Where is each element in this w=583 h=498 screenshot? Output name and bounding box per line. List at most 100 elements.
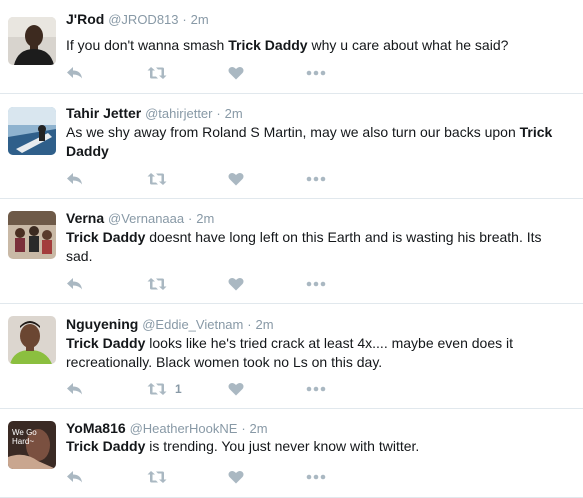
retweet-button[interactable]: 1 [147, 379, 182, 399]
avatar-image [8, 316, 56, 364]
author-handle[interactable]: @Vernanaaa [108, 211, 184, 226]
avatar-image [8, 107, 56, 155]
retweet-button[interactable] [147, 467, 175, 487]
trend-keyword[interactable]: Trick Daddy [228, 37, 307, 53]
timestamp[interactable]: 2m [256, 317, 274, 332]
tweet[interactable]: Verna @Vernanaaa · 2m Trick Daddy doesnt… [0, 199, 583, 304]
more-button[interactable] [306, 274, 326, 294]
avatar-caption-line1: We Go [12, 428, 37, 437]
author-name[interactable]: YoMa816 [66, 420, 126, 436]
tweet[interactable]: Tahir Jetter @tahirjetter · 2m As we shy… [0, 94, 583, 199]
like-button[interactable] [228, 274, 244, 294]
author-name[interactable]: J'Rod [66, 11, 104, 27]
reply-button[interactable] [66, 467, 84, 487]
tweet-text-before: As we shy away from Roland S Martin, may… [66, 124, 520, 140]
reply-icon [67, 471, 82, 483]
retweet-icon [147, 173, 167, 185]
more-button[interactable] [306, 63, 326, 83]
like-icon [228, 277, 244, 291]
like-icon [228, 470, 244, 484]
retweet-icon [147, 278, 167, 290]
tweet-actions [66, 63, 366, 83]
more-icon [306, 176, 326, 182]
timestamp[interactable]: 2m [250, 421, 268, 436]
like-button[interactable] [228, 169, 244, 189]
tweet[interactable]: We Go Hard~ YoMa816 @HeatherHookNE · 2m … [0, 409, 583, 498]
avatar-image [8, 211, 56, 259]
tweet-actions [66, 274, 366, 294]
tweet-header: YoMa816 @HeatherHookNE · 2m [66, 419, 268, 438]
separator-dot: · [216, 106, 221, 121]
like-icon [228, 382, 244, 396]
separator-dot: · [247, 317, 252, 332]
reply-icon [67, 67, 82, 79]
timestamp[interactable]: 2m [191, 12, 209, 27]
more-icon [306, 474, 326, 480]
like-button[interactable] [228, 467, 244, 487]
like-icon [228, 172, 244, 186]
more-button[interactable] [306, 169, 326, 189]
tweet-actions [66, 169, 366, 189]
timestamp[interactable]: 2m [225, 106, 243, 121]
tweet-header: Verna @Vernanaaa · 2m [66, 209, 214, 228]
avatar-image [8, 17, 56, 65]
tweet-text-after: why u care about what he said? [307, 37, 509, 53]
avatar[interactable]: We Go Hard~ [8, 421, 56, 469]
trend-keyword[interactable]: Trick Daddy [66, 229, 145, 245]
avatar-caption-line2: Hard~ [12, 437, 34, 446]
reply-button[interactable] [66, 274, 84, 294]
like-icon [228, 66, 244, 80]
tweet[interactable]: J'Rod @JROD813 · 2m If you don't wanna s… [0, 0, 583, 94]
author-name[interactable]: Verna [66, 210, 104, 226]
author-handle[interactable]: @tahirjetter [145, 106, 212, 121]
retweet-icon [147, 383, 167, 395]
retweet-count: 1 [175, 382, 182, 396]
avatar[interactable] [8, 107, 56, 155]
tweet-text: Trick Daddy doesnt have long left on thi… [66, 228, 566, 266]
tweet[interactable]: Nguyening @Eddie_Vietnam · 2m Trick Dadd… [0, 304, 583, 409]
reply-button[interactable] [66, 63, 84, 83]
trend-keyword[interactable]: Trick Daddy [66, 335, 145, 351]
tweet-feed: J'Rod @JROD813 · 2m If you don't wanna s… [0, 0, 583, 498]
tweet-header: Nguyening @Eddie_Vietnam · 2m [66, 315, 274, 334]
retweet-icon [147, 471, 167, 483]
tweet-text-after: is trending. You just never know with tw… [145, 438, 420, 454]
separator-dot: · [182, 12, 187, 27]
tweet-text: If you don't wanna smash Trick Daddy why… [66, 36, 566, 55]
tweet-header: Tahir Jetter @tahirjetter · 2m [66, 104, 243, 123]
tweet-header: J'Rod @JROD813 · 2m [66, 10, 209, 29]
retweet-icon [147, 67, 167, 79]
retweet-button[interactable] [147, 169, 175, 189]
tweet-actions [66, 467, 366, 487]
reply-button[interactable] [66, 379, 84, 399]
separator-dot: · [241, 421, 246, 436]
avatar-image: We Go Hard~ [8, 421, 56, 469]
tweet-text: As we shy away from Roland S Martin, may… [66, 123, 566, 161]
tweet-text-before: If you don't wanna smash [66, 37, 229, 53]
more-icon [306, 70, 326, 76]
author-handle[interactable]: @Eddie_Vietnam [142, 317, 243, 332]
retweet-button[interactable] [147, 274, 175, 294]
timestamp[interactable]: 2m [196, 211, 214, 226]
author-handle[interactable]: @HeatherHookNE [130, 421, 238, 436]
tweet-actions: 1 [66, 379, 366, 399]
separator-dot: · [188, 211, 193, 226]
tweet-text: Trick Daddy looks like he's tried crack … [66, 334, 566, 372]
author-handle[interactable]: @JROD813 [108, 12, 178, 27]
author-name[interactable]: Tahir Jetter [66, 105, 141, 121]
reply-icon [67, 383, 82, 395]
more-icon [306, 386, 326, 392]
more-button[interactable] [306, 467, 326, 487]
like-button[interactable] [228, 379, 244, 399]
retweet-button[interactable] [147, 63, 175, 83]
trend-keyword[interactable]: Trick Daddy [66, 438, 145, 454]
tweet-text: Trick Daddy is trending. You just never … [66, 437, 566, 456]
more-button[interactable] [306, 379, 326, 399]
avatar[interactable] [8, 316, 56, 364]
avatar[interactable] [8, 17, 56, 65]
author-name[interactable]: Nguyening [66, 316, 138, 332]
reply-button[interactable] [66, 169, 84, 189]
reply-icon [67, 173, 82, 185]
avatar[interactable] [8, 211, 56, 259]
like-button[interactable] [228, 63, 244, 83]
